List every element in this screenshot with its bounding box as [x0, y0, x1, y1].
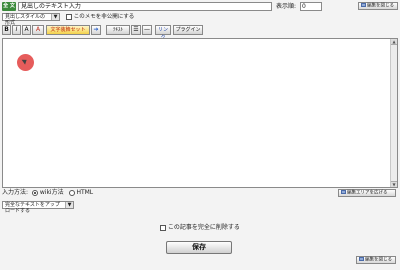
- expand-editor-button[interactable]: 編集エリアを広げる: [338, 189, 396, 197]
- heading-title-input[interactable]: 見出しのテキスト入力: [18, 2, 272, 11]
- close-editor-button-top[interactable]: 編集を閉じる: [358, 2, 398, 10]
- complete-text-value: 完全なテキストをアップロードする: [5, 202, 60, 214]
- input-mode-label: 入力方法:: [2, 189, 29, 196]
- html-mode-label: HTML: [76, 189, 94, 196]
- click-indicator: [17, 54, 34, 71]
- font-size-button[interactable]: A: [22, 25, 31, 35]
- close-editor-label: 編集を閉じる: [367, 3, 394, 9]
- close-editor-button-bottom[interactable]: 編集を閉じる: [356, 256, 396, 264]
- insert-arrow-button[interactable]: ➔: [91, 25, 101, 35]
- wiki-mode-label: wiki方法: [39, 189, 64, 196]
- editor-toolbar: B I A A 文字装飾セット ➔ ﾃｷｽﾄ ☰ — リンク プラグイン: [2, 25, 398, 41]
- delete-option: この記事を完全に削除する: [160, 224, 240, 232]
- private-checkbox-label: このメモを非公開にする: [73, 14, 135, 20]
- input-mode-row: 入力方法: wiki方法 HTML 編集エリアを広げる: [2, 189, 398, 198]
- complete-text-select[interactable]: 完全なテキストをアップロードする ▼: [2, 201, 74, 214]
- horizontal-rule-button[interactable]: —: [142, 25, 152, 35]
- display-order-input[interactable]: 0: [300, 2, 322, 11]
- plugin-button[interactable]: プラグイン: [173, 25, 203, 35]
- font-color-button[interactable]: A: [32, 25, 44, 35]
- delete-checkbox-label: この記事を完全に削除する: [167, 224, 240, 231]
- text-decoration-button[interactable]: 文字装飾セット: [46, 25, 90, 35]
- html-mode-radio[interactable]: [68, 189, 75, 196]
- italic-button[interactable]: I: [12, 25, 21, 35]
- bold-button[interactable]: B: [2, 25, 11, 35]
- close-editor-label: 編集を閉じる: [365, 257, 392, 263]
- link-button[interactable]: リンク: [155, 25, 171, 41]
- window-icon: [361, 3, 366, 7]
- text-box-button[interactable]: ﾃｷｽﾄ: [106, 25, 130, 35]
- display-order-label: 表示順:: [276, 3, 297, 10]
- editor-textarea[interactable]: ▲ ▼: [2, 38, 398, 188]
- private-checkbox[interactable]: [66, 13, 72, 20]
- options-row: 見出しスタイルの形式 ▼ このメモを非公開にする: [2, 13, 398, 26]
- full-text-badge: 全 文: [2, 2, 16, 11]
- list-button[interactable]: ☰: [131, 25, 141, 35]
- private-option: このメモを非公開にする: [66, 13, 134, 21]
- editor-scrollbar[interactable]: ▲ ▼: [390, 39, 397, 187]
- expand-icon: [341, 190, 346, 194]
- title-row: 全 文 見出しのテキスト入力 表示順: 0 編集を閉じる: [2, 2, 398, 11]
- heading-style-select[interactable]: 見出しスタイルの形式 ▼: [2, 13, 60, 26]
- expand-editor-label: 編集エリアを広げる: [347, 190, 388, 196]
- window-icon: [359, 257, 364, 261]
- save-button[interactable]: 保存: [166, 241, 232, 254]
- chevron-down-icon: ▼: [65, 202, 73, 208]
- scroll-up-icon[interactable]: ▲: [391, 39, 397, 45]
- delete-checkbox[interactable]: [160, 224, 166, 231]
- wiki-mode-radio[interactable]: [31, 189, 38, 196]
- scroll-down-icon[interactable]: ▼: [391, 181, 397, 187]
- chevron-down-icon: ▼: [51, 14, 59, 20]
